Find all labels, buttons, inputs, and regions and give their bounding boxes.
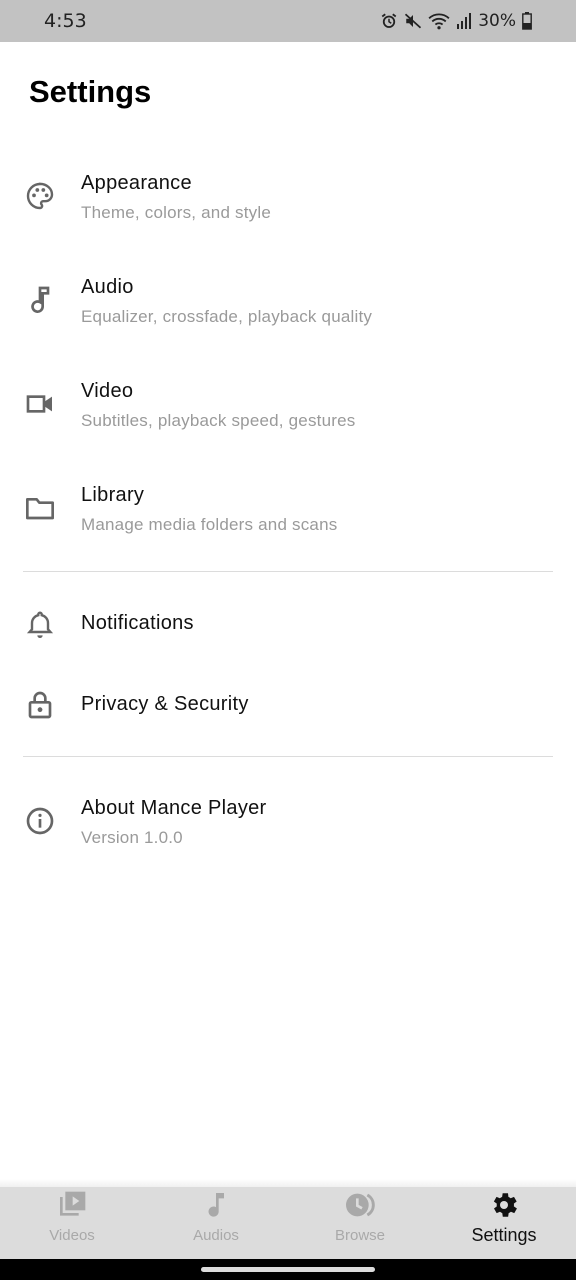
setting-title: Video	[81, 380, 134, 402]
info-icon	[24, 805, 56, 837]
nav-item-browse[interactable]: Browse	[288, 1187, 432, 1259]
section-divider	[23, 571, 553, 572]
system-navigation-bar	[0, 1259, 576, 1280]
battery-icon	[522, 12, 532, 30]
status-time: 4:53	[44, 10, 87, 32]
setting-subtitle: Version 1.0.0	[81, 828, 183, 847]
videocam-icon	[24, 388, 56, 420]
setting-title: Privacy & Security	[81, 693, 249, 715]
setting-library[interactable]: Library Manage media folders and scans	[0, 472, 576, 552]
setting-title: Audio	[81, 276, 134, 298]
setting-appearance[interactable]: Appearance Theme, colors, and style	[0, 160, 576, 240]
palette-icon	[24, 180, 56, 212]
setting-subtitle: Theme, colors, and style	[81, 203, 271, 222]
setting-title: About Mance Player	[81, 797, 267, 819]
nav-item-settings[interactable]: Settings	[432, 1187, 576, 1259]
page-title: Settings	[29, 74, 152, 109]
music-note-icon	[200, 1189, 232, 1221]
folder-icon	[24, 492, 56, 524]
nav-label: Settings	[471, 1225, 537, 1245]
music-note-icon	[24, 284, 56, 316]
battery-percent: 30%	[478, 11, 516, 31]
setting-about[interactable]: About Mance Player Version 1.0.0	[0, 785, 576, 865]
nav-label: Videos	[49, 1227, 95, 1244]
setting-subtitle: Manage media folders and scans	[81, 515, 338, 534]
setting-privacy[interactable]: Privacy & Security	[0, 673, 576, 737]
setting-subtitle: Subtitles, playback speed, gestures	[81, 411, 356, 430]
section-divider	[23, 756, 553, 757]
setting-video[interactable]: Video Subtitles, playback speed, gesture…	[0, 368, 576, 448]
nav-label: Browse	[334, 1227, 386, 1244]
history-icon	[344, 1189, 376, 1221]
video-library-icon	[56, 1189, 88, 1221]
setting-title: Library	[81, 484, 145, 506]
setting-subtitle: Equalizer, crossfade, playback quality	[81, 307, 373, 326]
status-icons: 30%	[380, 11, 532, 31]
gear-icon	[488, 1189, 520, 1221]
setting-notifications[interactable]: Notifications	[0, 592, 576, 656]
wifi-icon	[428, 12, 450, 30]
bell-icon	[24, 608, 56, 640]
home-indicator[interactable]	[201, 1267, 375, 1272]
mute-icon	[404, 12, 422, 30]
nav-label: Audios	[193, 1227, 239, 1244]
status-bar: 4:53 30%	[0, 0, 576, 42]
setting-title: Appearance	[81, 172, 192, 194]
setting-audio[interactable]: Audio Equalizer, crossfade, playback qua…	[0, 264, 576, 344]
nav-item-videos[interactable]: Videos	[0, 1187, 144, 1259]
signal-icon	[456, 12, 472, 30]
lock-icon	[24, 689, 56, 721]
nav-item-audios[interactable]: Audios	[144, 1187, 288, 1259]
setting-title: Notifications	[81, 612, 194, 634]
alarm-icon	[380, 12, 398, 30]
bottom-navigation: Videos Audios Browse Settings	[0, 1179, 576, 1259]
